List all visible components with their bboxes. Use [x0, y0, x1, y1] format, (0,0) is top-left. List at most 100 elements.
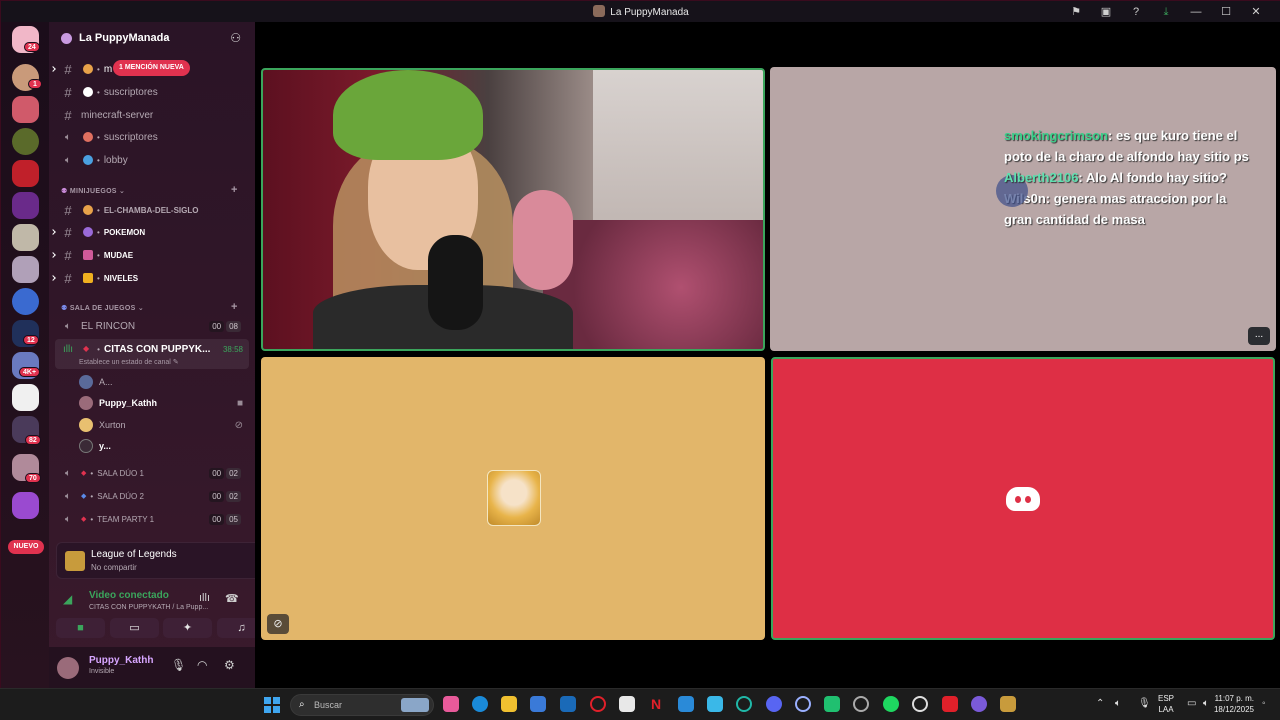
- headphones-icon[interactable]: ◠: [197, 658, 207, 672]
- webcam-tile[interactable]: [261, 68, 765, 351]
- edge-icon[interactable]: [472, 696, 488, 712]
- disconnect-icon[interactable]: ☎: [225, 592, 239, 605]
- voice-channel-item[interactable]: 🔈︎ ◆ • TEAM PARTY 1 00 05: [57, 509, 249, 529]
- app-icon[interactable]: [795, 696, 811, 712]
- voice-channel-item-citas[interactable]: ıllı ◆ • CITAS CON PUPPYK... 38:58: [57, 339, 249, 359]
- network-icon[interactable]: ▭: [1187, 698, 1196, 709]
- category-minijuegos[interactable]: ⚉ MINIJUEGOS ⌄ +: [61, 184, 237, 196]
- hash-icon: #: [64, 107, 72, 123]
- server-icon[interactable]: [12, 128, 39, 155]
- channel-item[interactable]: # • EL-CHAMBA-DEL-SIGLO: [57, 200, 249, 220]
- server-icon[interactable]: [12, 256, 39, 283]
- minimize-button[interactable]: —: [1181, 4, 1211, 20]
- maximize-button[interactable]: ☐: [1211, 4, 1241, 20]
- notifications-icon[interactable]: ◦: [1262, 698, 1266, 709]
- server-icon[interactable]: [12, 192, 39, 219]
- voice-channel-item[interactable]: 🔈︎ ◆ • SALA DÚO 2 00 02: [57, 486, 249, 506]
- speaker-icon: 🔈︎: [65, 513, 71, 525]
- search-highlight-image: [401, 698, 429, 712]
- guild-header[interactable]: La PuppyManada ⌄ ⚇: [49, 22, 255, 56]
- server-icon[interactable]: [12, 96, 39, 123]
- opera-icon[interactable]: [590, 696, 606, 712]
- channel-item[interactable]: # • POKEMON: [50, 222, 249, 242]
- voice-channel-item[interactable]: 🔈︎ ◆ • SALA DÚO 1 00 02: [57, 463, 249, 483]
- diamond-icon: ◆: [81, 493, 87, 500]
- notification-badge: 70: [25, 473, 41, 483]
- messages-icon[interactable]: [678, 696, 694, 712]
- participant-tile[interactable]: [771, 357, 1275, 640]
- photos-icon[interactable]: [707, 696, 723, 712]
- voice-channel-path[interactable]: CITAS CON PUPPYKATH / La Pupp...: [89, 604, 208, 611]
- app-icon[interactable]: [942, 696, 958, 712]
- server-icon[interactable]: [12, 160, 39, 187]
- server-icon[interactable]: [12, 492, 39, 519]
- close-button[interactable]: ✕: [1241, 4, 1271, 20]
- controller-icon: ⚉: [61, 305, 70, 312]
- start-button[interactable]: [264, 697, 280, 713]
- signal-icon[interactable]: ◢: [63, 592, 72, 606]
- channel-item[interactable]: # • NIVELES: [50, 268, 249, 288]
- voice-user[interactable]: y...: [79, 436, 249, 456]
- snipping-icon[interactable]: [619, 696, 635, 712]
- new-pill[interactable]: NUEVO: [8, 540, 44, 554]
- store-icon[interactable]: [530, 696, 546, 712]
- language-indicator[interactable]: ESP LAA: [1158, 693, 1174, 715]
- server-icon[interactable]: [12, 224, 39, 251]
- stream-chat-tile[interactable]: smokingcrimson: es que kuro tiene el pot…: [770, 67, 1276, 351]
- voice-status[interactable]: Video conectado: [89, 590, 169, 601]
- server-icon[interactable]: [12, 384, 39, 411]
- voice-channel-item[interactable]: 🔈︎ EL RINCON 00 08: [57, 316, 249, 336]
- screen-share-button[interactable]: ▭: [110, 618, 159, 638]
- discord-icon[interactable]: [766, 696, 782, 712]
- server-icon[interactable]: [12, 288, 39, 315]
- person-hat: [333, 70, 483, 160]
- noise-suppression-icon[interactable]: ıllı: [199, 592, 210, 604]
- channel-item[interactable]: # minecraft-server: [57, 105, 249, 125]
- microphone-icon[interactable]: 🎙︎: [1138, 698, 1151, 709]
- twitch-icon[interactable]: [971, 696, 987, 712]
- spotify-icon[interactable]: [883, 696, 899, 712]
- steam-icon[interactable]: [912, 696, 928, 712]
- voice-channel-item[interactable]: 🔈︎ • lobby: [57, 150, 249, 170]
- voice-user[interactable]: A...: [79, 372, 249, 392]
- mention-pill[interactable]: 1 MENCIÓN NUEVA: [113, 60, 190, 76]
- copilot-icon[interactable]: [443, 696, 459, 712]
- app-icon[interactable]: [736, 696, 752, 712]
- microphone-icon[interactable]: 🎙︎: [171, 658, 186, 672]
- server-icon: [593, 5, 606, 17]
- emoji-icon: [83, 250, 93, 260]
- camera-button[interactable]: ■: [56, 618, 105, 638]
- category-sala-de-juegos[interactable]: ⚉ SALA DE JUEGOS ⌄ +: [61, 301, 237, 313]
- chevron-up-icon[interactable]: ⌃: [1096, 698, 1104, 709]
- app-icon[interactable]: [853, 696, 869, 712]
- volume-icon[interactable]: 🔈︎: [1115, 698, 1121, 709]
- username[interactable]: Puppy_Kathh: [89, 655, 153, 666]
- voice-user[interactable]: Puppy_Kathh ■: [79, 393, 249, 413]
- netflix-icon[interactable]: N: [648, 696, 664, 712]
- screen-icon[interactable]: ▣: [1091, 4, 1121, 20]
- add-channel-icon[interactable]: +: [231, 184, 238, 196]
- voice-user[interactable]: Xurton ⊘: [79, 415, 249, 435]
- channel-item[interactable]: # • suscriptores: [57, 82, 249, 102]
- file-explorer-icon[interactable]: [501, 696, 517, 712]
- channel-status[interactable]: Establece un estado de canal ✎: [79, 358, 179, 366]
- gear-icon[interactable]: ⚙: [224, 658, 235, 672]
- clock[interactable]: 11:07 p. m. 18/12/2025: [1214, 693, 1254, 715]
- activities-button[interactable]: ✦: [163, 618, 212, 638]
- outlook-icon[interactable]: [560, 696, 576, 712]
- channel-item[interactable]: # • MUDAE: [50, 245, 249, 265]
- participant-tile[interactable]: ⊘: [261, 357, 765, 640]
- avatar[interactable]: [57, 657, 79, 679]
- league-icon[interactable]: [1000, 696, 1016, 712]
- voice-channel-item[interactable]: 🔈︎ • suscriptores: [57, 127, 249, 147]
- search-box[interactable]: ⌕ Buscar: [290, 694, 434, 716]
- server-rail: 24 1 12 4K+ 82 70 NUEVO: [1, 22, 49, 689]
- more-options-button[interactable]: ...: [1248, 327, 1270, 345]
- add-channel-icon[interactable]: +: [231, 301, 238, 313]
- help-icon[interactable]: ?: [1121, 4, 1151, 20]
- speaker-icon[interactable]: 🔈︎: [1203, 698, 1209, 709]
- add-member-icon[interactable]: ⚇: [230, 31, 241, 45]
- chat-app-icon[interactable]: [824, 696, 840, 712]
- download-icon[interactable]: ⤓: [1151, 4, 1181, 20]
- inbox-icon[interactable]: ⚑: [1061, 4, 1091, 20]
